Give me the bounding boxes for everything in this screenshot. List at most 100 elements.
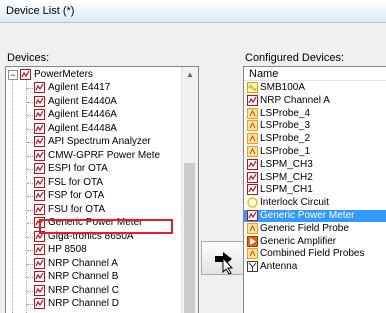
power-meter-icon	[34, 217, 45, 228]
tree-branch-line	[27, 250, 33, 251]
devices-label: Devices:	[7, 52, 50, 64]
power-meter-icon	[34, 230, 45, 242]
power-meter-icon	[247, 94, 258, 106]
collapse-icon[interactable]: −	[8, 70, 18, 80]
configured-item-label: LSPM_CH1	[260, 184, 313, 196]
configured-list-item[interactable]: SMB100A	[244, 82, 386, 94]
power-meter-icon	[34, 163, 45, 174]
tree-item-label: NRP Channel B	[48, 271, 119, 282]
tree-item-label: FSU for OTA	[48, 203, 106, 215]
configured-item-label: Antenna	[260, 261, 298, 273]
tree-item-label: NRP Channel D	[48, 298, 119, 309]
window-title: Device List (*)	[6, 5, 75, 17]
configured-list-item[interactable]: Antenna	[244, 261, 386, 273]
tree-item-label: Agilent E4448A	[48, 122, 117, 134]
tree-branch-line	[27, 88, 33, 89]
configured-list-item[interactable]: LSProbe_1	[244, 146, 386, 158]
power-meter-icon	[34, 122, 45, 134]
configured-item-label: LSProbe_4	[260, 107, 311, 119]
name-column-header[interactable]: Name	[244, 67, 386, 81]
tree-guide-line	[12, 79, 13, 313]
power-meter-icon	[34, 271, 45, 282]
power-meter-icon	[34, 257, 45, 269]
tree-branch-line	[27, 223, 33, 224]
devices-tree[interactable]: − PowerMeters Agilent E4417 Agilent E4440…	[5, 66, 199, 313]
tree-item-label: NRP Channel C	[48, 284, 119, 296]
power-meter-icon	[247, 210, 258, 221]
configured-devices-label: Configured Devices:	[245, 52, 345, 64]
configured-item-label: LSProbe_3	[260, 120, 311, 132]
configured-item-label: Interlock Circuit	[260, 197, 329, 209]
power-meter-icon	[247, 171, 258, 183]
tree-item-label: Giga-tronics 8650A	[48, 230, 134, 242]
configured-item-label: Generic Power Meter	[260, 210, 355, 221]
tree-branch-line	[27, 263, 33, 265]
tree-branch-line	[27, 236, 33, 238]
configured-item-label: LSPM_CH2	[260, 171, 313, 183]
interlock-icon	[247, 197, 258, 208]
configured-list-item[interactable]: Generic Power Meter	[244, 210, 386, 222]
tree-branch-line	[27, 128, 33, 130]
antenna-icon	[247, 261, 258, 273]
power-meter-icon	[34, 95, 45, 107]
configured-list-item[interactable]: Combined Field Probes	[244, 248, 386, 260]
configured-list-item[interactable]: Interlock Circuit	[244, 197, 386, 209]
power-meter-icon	[34, 190, 45, 201]
power-meter-icon	[34, 82, 45, 93]
tree-item-label: FSL for OTA	[48, 176, 104, 188]
configured-list-item[interactable]: LSProbe_3	[244, 120, 386, 132]
power-meter-icon	[34, 176, 45, 188]
configured-list-item[interactable]: NRP Channel A	[244, 94, 386, 107]
tree-branch-line	[27, 290, 33, 292]
tree-branch-line	[27, 169, 33, 170]
tree-item-label: NRP Channel A	[48, 257, 118, 269]
devices-scrollbar[interactable]: ▲	[181, 67, 198, 313]
configured-item-label: Combined Field Probes	[260, 248, 365, 260]
power-meter-icon	[34, 149, 45, 161]
configured-item-label: LSProbe_1	[260, 146, 311, 157]
configured-list-item[interactable]: Generic Amplifier	[244, 235, 386, 248]
tree-item-label: Agilent E4446A	[48, 109, 117, 120]
configured-item-label: Generic Field Probe	[260, 222, 349, 234]
configured-list-item[interactable]: Generic Field Probe	[244, 222, 386, 235]
configured-devices-list[interactable]: Name SMB100A NRP Channel A LSProbe_4 LSProb…	[243, 66, 386, 313]
tree-branch-line	[27, 155, 33, 157]
field-probe-icon	[247, 133, 258, 145]
power-meter-icon	[34, 109, 45, 120]
configured-list-item[interactable]: LSPM_CH3	[244, 158, 386, 171]
power-meter-icon	[20, 69, 31, 80]
configured-list-item[interactable]: LSProbe_2	[244, 133, 386, 145]
tree-branch-line	[27, 142, 33, 143]
power-meter-icon	[34, 298, 45, 309]
tree-item-label: ESPI for OTA	[48, 163, 108, 174]
tree-branch-line	[27, 182, 33, 184]
field-probe-icon	[247, 107, 258, 119]
power-meter-icon	[34, 244, 45, 255]
power-meter-icon	[247, 158, 258, 170]
tree-branch-line	[27, 196, 33, 197]
configured-list-item[interactable]: LSPM_CH2	[244, 171, 386, 184]
tree-branch-line	[27, 115, 33, 116]
power-meter-icon	[34, 284, 45, 296]
amplifier-icon	[247, 235, 258, 247]
field-probe-icon	[247, 248, 258, 260]
scroll-up-icon[interactable]: ▲	[182, 67, 198, 83]
tree-item-label: Agilent E4417	[48, 82, 111, 93]
field-probe-icon	[247, 222, 258, 234]
power-meter-icon	[247, 184, 258, 196]
tree-item-label: FSP for OTA	[48, 190, 105, 201]
tree-branch-line	[27, 101, 33, 103]
configured-list-item[interactable]: LSPM_CH1	[244, 184, 386, 196]
tree-branch-line	[27, 277, 33, 278]
tree-branch-line	[27, 209, 33, 211]
scroll-thumb[interactable]	[184, 163, 195, 313]
power-meter-icon	[34, 203, 45, 215]
tree-item-label: CMW-GPRF Power Mete	[48, 149, 161, 161]
tree-node-label: PowerMeters	[34, 69, 93, 80]
tree-branch-line	[27, 304, 33, 305]
configured-item-label: LSPM_CH3	[260, 158, 313, 170]
tree-item-label: Agilent E4440A	[48, 95, 117, 107]
configured-list-item[interactable]: LSProbe_4	[244, 107, 386, 120]
configured-item-label: SMB100A	[260, 82, 306, 93]
power-meter-icon	[34, 136, 45, 147]
